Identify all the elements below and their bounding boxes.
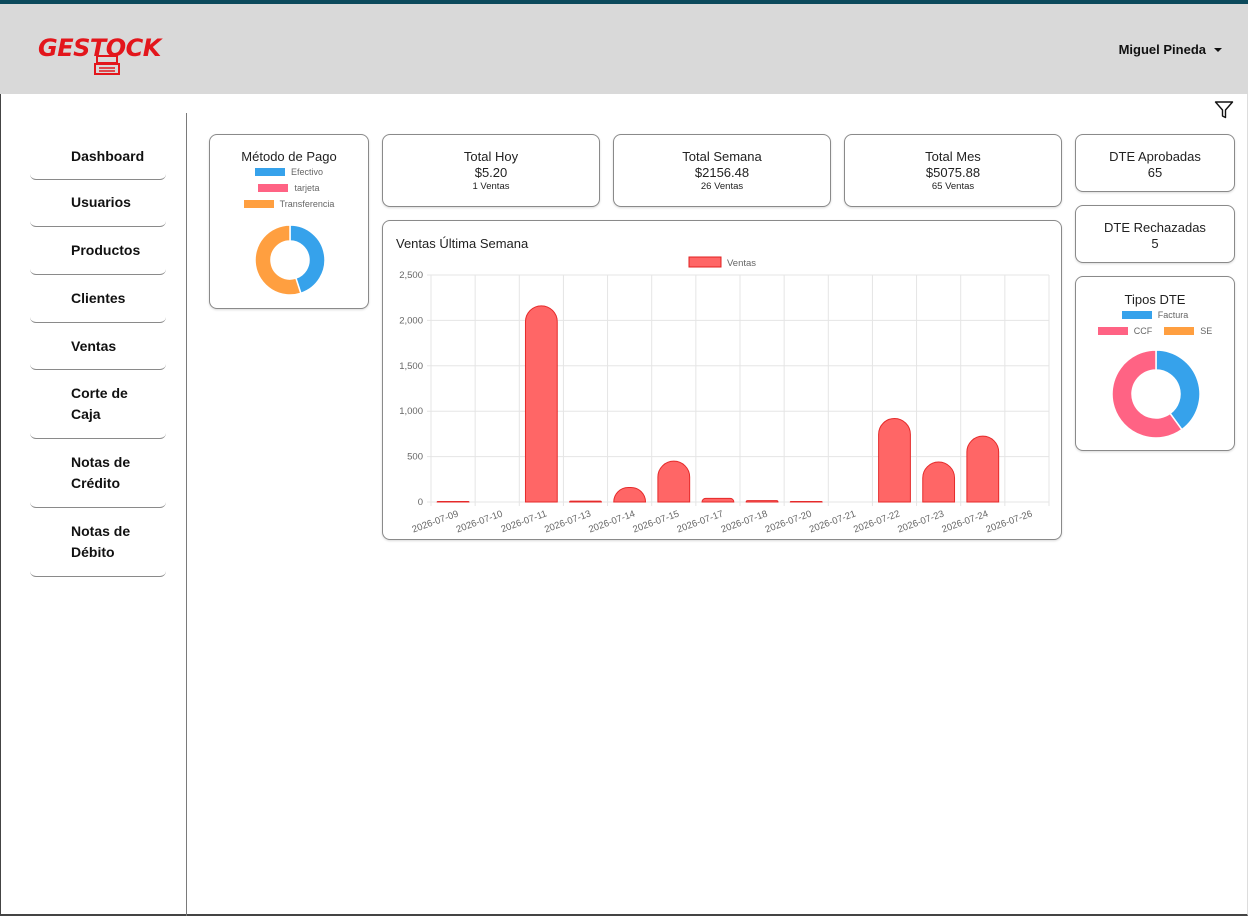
- bar-2026-07-18[interactable]: [745, 500, 779, 503]
- metodo-pago-donut-chart: [254, 224, 326, 296]
- y-tick-label: 1,500: [399, 361, 423, 372]
- x-tick-label: 2026-07-10: [455, 508, 504, 535]
- tipos-dte-card: Tipos DTE Factura CCF SE: [1075, 276, 1235, 451]
- legend-swatch: [254, 168, 285, 176]
- legend-label: Efectivo: [290, 167, 323, 177]
- total-semana-title: Total Semana: [682, 149, 762, 164]
- legend-item-transferencia[interactable]: Transferencia: [210, 199, 368, 209]
- x-tick-label: 2026-07-18: [720, 508, 769, 535]
- sidebar-item-corte-de-caja[interactable]: Corte de Caja: [30, 370, 166, 439]
- total-mes-card: Total Mes $5075.88 65 Ventas: [844, 134, 1062, 207]
- x-tick-label: 2026-07-26: [985, 508, 1034, 535]
- x-tick-label: 2026-07-24: [940, 508, 989, 535]
- dte-rechazadas-title: DTE Rechazadas: [1104, 220, 1206, 235]
- total-mes-value: $5075.88: [925, 165, 981, 180]
- legend-label: CCF: [1133, 326, 1153, 336]
- total-hoy-count: 1 Ventas: [472, 181, 510, 192]
- y-tick-label: 500: [407, 452, 423, 463]
- sidebar-item-notas-de-credito[interactable]: Notas de Crédito: [30, 439, 166, 508]
- sidebar-item-dashboard[interactable]: Dashboard: [30, 134, 166, 180]
- x-tick-label: 2026-07-14: [587, 508, 636, 535]
- x-tick-label: 2026-07-15: [631, 508, 680, 535]
- user-name: Miguel Pineda: [1118, 42, 1206, 57]
- app-logo[interactable]: GESTOCK: [34, 30, 161, 82]
- legend-label: SE: [1200, 326, 1213, 336]
- sidebar-item-ventas[interactable]: Ventas: [30, 323, 166, 370]
- legend-swatch: [1097, 327, 1128, 335]
- user-menu[interactable]: Miguel Pineda: [1119, 42, 1222, 57]
- bar-2026-07-22[interactable]: [878, 417, 911, 503]
- x-tick-label: 2026-07-11: [500, 508, 549, 535]
- x-tick-label: 2026-07-21: [808, 508, 857, 535]
- cash-register-icon: [94, 55, 120, 75]
- dte-rechazadas-value: 5: [1151, 236, 1159, 251]
- bar-2026-07-17[interactable]: [701, 497, 735, 503]
- metodo-pago-title: Método de Pago: [241, 149, 337, 164]
- legend-label-ventas: Ventas: [727, 258, 756, 269]
- sidebar-nav: Dashboard Usuarios Productos Clientes Ve…: [30, 134, 166, 577]
- x-tick-label: 2026-07-09: [411, 508, 460, 535]
- bar-2026-07-23[interactable]: [922, 461, 956, 503]
- bar-2026-07-24[interactable]: [966, 435, 1000, 503]
- legend-swatch-ventas[interactable]: [688, 256, 722, 268]
- x-tick-label: 2026-07-22: [852, 508, 901, 535]
- dte-aprobadas-title: DTE Aprobadas: [1109, 149, 1201, 164]
- dte-aprobadas-value: 65: [1147, 165, 1163, 180]
- legend-label: tarjeta: [294, 183, 320, 193]
- legend-swatch: [1164, 327, 1195, 335]
- sidebar-item-notas-de-debito[interactable]: Notas de Débito: [30, 508, 166, 577]
- sidebar-divider: [186, 113, 187, 916]
- y-tick-label: 1,000: [399, 406, 423, 417]
- legend-item-ccf[interactable]: CCF: [1097, 326, 1153, 336]
- x-tick-label: 2026-07-20: [764, 508, 813, 535]
- chevron-down-icon: [1214, 47, 1222, 52]
- legend-swatch: [258, 184, 289, 192]
- y-tick-label: 2,500: [399, 270, 423, 281]
- dte-aprobadas-card: DTE Aprobadas 65: [1075, 134, 1235, 192]
- app-header: GESTOCK Miguel Pineda: [0, 4, 1248, 94]
- ventas-chart-card: Ventas Última Semana Ventas 0 500 1,000 1,50…: [382, 220, 1062, 540]
- total-mes-title: Total Mes: [925, 149, 981, 164]
- legend-swatch: [1121, 311, 1152, 319]
- total-hoy-title: Total Hoy: [463, 149, 519, 164]
- x-tick-label: 2026-07-17: [676, 508, 725, 535]
- tipos-dte-donut-chart: [1111, 349, 1201, 439]
- x-tick-label: 2026-07-23: [896, 508, 945, 535]
- sidebar-item-usuarios[interactable]: Usuarios: [30, 180, 166, 227]
- bar-2026-07-11[interactable]: [524, 305, 558, 503]
- total-hoy-card: Total Hoy $5.20 1 Ventas: [382, 134, 600, 207]
- legend-item-efectivo[interactable]: Efectivo: [210, 167, 368, 177]
- bar-2026-07-13[interactable]: [569, 500, 602, 503]
- sidebar-item-clientes[interactable]: Clientes: [30, 275, 166, 323]
- bar-2026-07-15[interactable]: [657, 460, 691, 503]
- total-hoy-value: $5.20: [474, 165, 508, 180]
- legend-label: Factura: [1157, 310, 1189, 320]
- legend-item-tarjeta[interactable]: tarjeta: [210, 183, 368, 193]
- metodo-pago-card: Método de Pago Efectivo tarjeta Transfer…: [209, 134, 369, 309]
- y-tick-label: 0: [418, 497, 423, 508]
- legend-item-factura[interactable]: Factura: [1076, 310, 1234, 320]
- bar-2026-07-14[interactable]: [613, 486, 647, 503]
- tipos-dte-title: Tipos DTE: [1124, 292, 1186, 307]
- total-mes-count: 65 Ventas: [931, 181, 975, 192]
- total-semana-card: Total Semana $2156.48 26 Ventas: [613, 134, 831, 207]
- dte-rechazadas-card: DTE Rechazadas 5: [1075, 205, 1235, 263]
- filter-icon[interactable]: [1214, 100, 1234, 120]
- sidebar-item-productos[interactable]: Productos: [30, 227, 166, 275]
- legend-label: Transferencia: [279, 199, 335, 209]
- total-semana-value: $2156.48: [694, 165, 750, 180]
- legend-item-se[interactable]: SE: [1164, 326, 1212, 336]
- ventas-bar-chart: Ventas 0 500 1,000 1,500 2,000 2,500 2026-07-09…: [399, 256, 1050, 535]
- x-tick-label: 2026-07-13: [543, 508, 592, 535]
- legend-swatch: [243, 200, 274, 208]
- total-semana-count: 26 Ventas: [700, 181, 744, 192]
- y-tick-label: 2,000: [399, 315, 423, 326]
